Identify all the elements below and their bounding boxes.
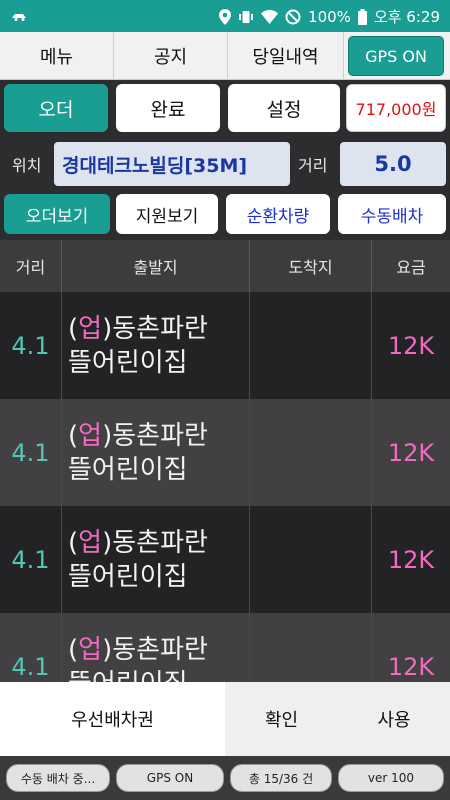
gps-toggle-button[interactable]: GPS ON [348,36,444,76]
location-label: 위치 [12,156,42,175]
clock: 오후 6:29 [373,8,440,26]
confirm-button[interactable]: 확인 [225,682,338,756]
battery-icon [357,8,367,25]
origin-line1: 동촌파란 [112,313,208,344]
table-row[interactable]: 4.1 (업)동촌파란 뜰어린이집 12K [0,506,450,613]
business-tag: 업 [78,313,103,344]
app-notification-icon [10,8,28,22]
row-distance: 4.1 [0,506,62,613]
row-destination [250,613,372,682]
origin-line2: 뜰어린이집 [68,667,188,683]
filter-row: 오더보기 지원보기 순환차량 수동배차 [0,190,450,238]
row-destination [250,292,372,399]
business-tag: 업 [78,527,103,558]
row-origin: (업)동촌파란 뜰어린이집 [62,506,250,613]
wifi-icon [261,9,279,24]
business-tag: 업 [78,420,103,451]
order-count-status: 총 15/36 건 [230,764,332,792]
do-not-disturb-icon [285,9,301,25]
status-bar: 100% 오후 6:29 [0,0,450,32]
battery-percent: 100% [308,7,351,26]
row-fee: 12K [387,331,435,360]
table-row[interactable]: 4.1 (업)동촌파란 뜰어린이집 12K [0,613,450,682]
row-distance: 4.1 [0,292,62,399]
business-tag: 업 [78,634,103,665]
order-view-button[interactable]: 오더보기 [4,194,110,234]
notice-button[interactable]: 공지 [114,32,228,80]
row-distance: 4.1 [0,399,62,506]
manual-dispatch-button[interactable]: 수동배차 [338,194,446,234]
table-header: 거리 출발지 도착지 요금 [0,240,450,292]
support-view-button[interactable]: 지원보기 [116,194,218,234]
footer-status-bar: 수동 배차 중... GPS ON 총 15/36 건 ver 100 [0,756,450,800]
row-destination [250,399,372,506]
row-fee: 12K [387,438,435,467]
version-status: ver 100 [338,764,444,792]
header-distance: 거리 [0,240,62,292]
settings-button[interactable]: 설정 [228,84,340,132]
circulation-vehicle-button[interactable]: 순환차량 [226,194,330,234]
bottom-action-bar: 우선배차권 확인 사용 [0,682,450,756]
row-fee: 12K [387,545,435,574]
location-field[interactable]: 경대테크노빌딩[35M] [54,142,290,186]
row-destination [250,506,372,613]
amount-display: 717,000원 [346,84,446,132]
header-origin: 출발지 [62,240,250,292]
origin-line2: 뜰어린이집 [68,347,188,378]
distance-field[interactable]: 5.0 [340,142,446,186]
complete-button[interactable]: 완료 [116,84,220,132]
header-destination: 도착지 [250,240,372,292]
order-button[interactable]: 오더 [4,84,108,132]
distance-label: 거리 [298,156,328,175]
origin-line1: 동촌파란 [112,527,208,558]
origin-line2: 뜰어린이집 [68,454,188,485]
top-menu-bar: 메뉴 공지 당일내역 GPS ON [0,32,450,80]
action-row: 오더 완료 설정 717,000원 [0,80,450,138]
gps-status: GPS ON [116,764,224,792]
row-origin: (업)동촌파란 뜰어린이집 [62,292,250,399]
row-origin: (업)동촌파란 뜰어린이집 [62,613,250,682]
dispatch-mode-status: 수동 배차 중... [6,764,110,792]
row-fee: 12K [387,652,435,681]
origin-line2: 뜰어린이집 [68,561,188,592]
location-icon [219,8,232,25]
origin-line1: 동촌파란 [112,420,208,451]
table-row[interactable]: 4.1 (업)동촌파란 뜰어린이집 12K [0,292,450,399]
origin-line1: 동촌파란 [112,634,208,665]
use-button[interactable]: 사용 [338,682,450,756]
vibrate-icon [238,9,254,25]
today-history-button[interactable]: 당일내역 [228,32,344,80]
row-origin: (업)동촌파란 뜰어린이집 [62,399,250,506]
order-list: 4.1 (업)동촌파란 뜰어린이집 12K 4.1 (업)동촌파란 뜰어린이집 … [0,292,450,682]
priority-dispatch-button[interactable]: 우선배차권 [0,682,225,756]
location-row: 위치 경대테크노빌딩[35M] 거리 5.0 [0,138,450,190]
row-distance: 4.1 [0,613,62,682]
table-row[interactable]: 4.1 (업)동촌파란 뜰어린이집 12K [0,399,450,506]
menu-button[interactable]: 메뉴 [0,32,114,80]
header-fee: 요금 [396,258,426,277]
